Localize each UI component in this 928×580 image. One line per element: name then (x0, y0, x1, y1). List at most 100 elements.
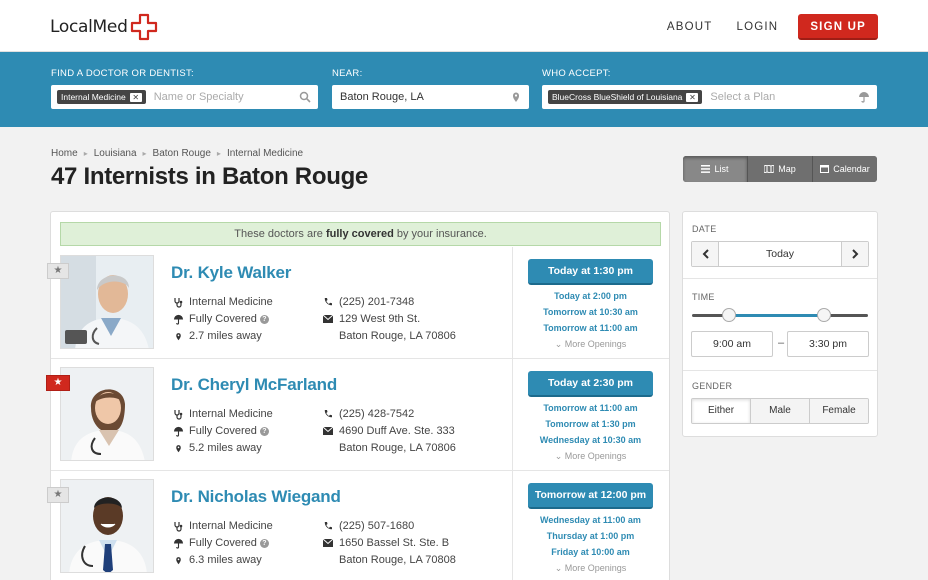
banner-prefix: These doctors are (234, 228, 326, 240)
first-slot-day: Today (547, 377, 579, 389)
appointment-slot-link[interactable]: Tomorrow at 10:30 am (528, 307, 653, 317)
selected-date[interactable]: Today (718, 242, 842, 266)
location-input[interactable]: Baton Rouge, LA (332, 85, 529, 109)
address-row-2: Baton Rouge, LA 70808 (339, 553, 456, 567)
remove-tag-icon[interactable]: ✕ (129, 92, 142, 102)
time-to-field[interactable]: 3:30 pm (787, 331, 869, 357)
stethoscope-icon (171, 520, 185, 532)
insurance-search-field[interactable]: BlueCross BlueShield of Louisiana ✕ Sele… (542, 85, 877, 109)
first-slot-time: at 1:30 pm (581, 265, 633, 277)
envelope-icon (321, 537, 335, 549)
date-picker: Today (691, 241, 869, 267)
first-slot-time: at 2:30 pm (581, 377, 633, 389)
calendar-view-button[interactable]: Calendar (813, 156, 877, 182)
map-view-label: Map (778, 164, 796, 174)
more-openings-link[interactable]: ⌄ More Openings (528, 451, 653, 462)
gender-female-button[interactable]: Female (810, 399, 868, 423)
chevron-left-icon (702, 249, 709, 259)
phone-text[interactable]: (225) 428-7542 (339, 408, 414, 420)
divider (683, 370, 877, 371)
envelope-icon (321, 313, 335, 325)
appointment-slot-link[interactable]: Friday at 10:00 am (528, 547, 653, 557)
appointment-slot-link[interactable]: Tomorrow at 11:00 am (528, 323, 653, 333)
appointment-slot-link[interactable]: Today at 2:00 pm (528, 291, 653, 301)
help-icon[interactable]: ? (259, 538, 269, 548)
location-pin-icon (510, 90, 522, 102)
distance-text: 6.3 miles away (189, 554, 262, 566)
doctor-card: ★ Dr. Kyle Walker Internal Medicine Full… (47, 247, 669, 359)
coverage-banner: These doctors are fully covered by your … (60, 222, 661, 246)
favorite-star-icon[interactable]: ★ (47, 263, 69, 279)
calendar-icon (820, 165, 830, 173)
more-openings-label: More Openings (564, 451, 627, 461)
previous-date-button[interactable] (692, 242, 718, 266)
appointment-slot-link[interactable]: Wednesday at 10:30 am (528, 435, 653, 445)
top-header: LocalMed ABOUT LOGIN SIGN UP (0, 0, 928, 52)
first-appointment-button[interactable]: Today at 2:30 pm (528, 371, 653, 397)
logo[interactable]: LocalMed (50, 12, 158, 42)
doctor-name-link[interactable]: Dr. Nicholas Wiegand (171, 487, 341, 507)
distance-text: 5.2 miles away (189, 442, 262, 454)
specialty-row: Internal Medicine (171, 519, 273, 533)
distance-row: 6.3 miles away (171, 553, 262, 567)
doctor-photo[interactable] (60, 255, 154, 349)
insurance-tag[interactable]: BlueCross BlueShield of Louisiana ✕ (548, 90, 703, 104)
time-from-field[interactable]: 9:00 am (691, 331, 773, 357)
address-line-1: 129 West 9th St. (339, 313, 421, 325)
breadcrumb-home[interactable]: Home (51, 148, 78, 159)
help-icon[interactable]: ? (259, 314, 269, 324)
results-list: These doctors are fully covered by your … (46, 211, 670, 580)
favorite-star-icon[interactable]: ★ (46, 375, 70, 391)
remove-tag-icon[interactable]: ✕ (686, 92, 699, 102)
doctor-card: ★ Dr. Cheryl McFarland Internal Medicine… (46, 359, 669, 471)
doctor-photo[interactable] (60, 367, 154, 461)
coverage-row: Fully Covered ? (171, 536, 269, 550)
search-icon[interactable] (299, 90, 311, 103)
distance-text: 2.7 miles away (189, 330, 262, 342)
list-view-button[interactable]: List (683, 156, 748, 182)
more-openings-link[interactable]: ⌄ More Openings (528, 339, 653, 350)
address-row: 129 West 9th St. (321, 312, 420, 326)
appointment-slot-link[interactable]: Thursday at 1:00 pm (528, 531, 653, 541)
doctor-name-link[interactable]: Dr. Cheryl McFarland (171, 375, 337, 395)
time-range-slider[interactable] (692, 308, 868, 322)
phone-text[interactable]: (225) 507-1680 (339, 520, 414, 532)
stethoscope-icon (171, 296, 185, 308)
more-openings-label: More Openings (564, 563, 627, 573)
login-link[interactable]: LOGIN (737, 21, 779, 33)
doctor-name-link[interactable]: Dr. Kyle Walker (171, 263, 291, 283)
appointment-slot-link[interactable]: Tomorrow at 11:00 am (528, 403, 653, 413)
phone-text[interactable]: (225) 201-7348 (339, 296, 414, 308)
specialty-row: Internal Medicine (171, 407, 273, 421)
favorite-star-icon[interactable]: ★ (47, 487, 69, 503)
more-openings-link[interactable]: ⌄ More Openings (528, 563, 653, 574)
list-view-label: List (714, 164, 729, 174)
time-start-handle[interactable] (721, 308, 736, 322)
phone-icon (321, 408, 335, 420)
doctor-card: ★ Dr. Nicholas Wiegand Internal Medicine… (47, 471, 669, 580)
doctor-photo[interactable] (60, 479, 154, 573)
breadcrumb-city[interactable]: Baton Rouge (153, 148, 211, 159)
specialty-tag-label: Internal Medicine (61, 92, 126, 102)
time-end-handle[interactable] (817, 308, 831, 322)
umbrella-icon (171, 537, 185, 549)
next-date-button[interactable] (842, 242, 868, 266)
sign-up-button[interactable]: SIGN UP (798, 14, 878, 40)
gender-either-button[interactable]: Either (692, 399, 751, 423)
help-icon[interactable]: ? (259, 426, 269, 436)
map-view-button[interactable]: Map (748, 156, 813, 182)
appointment-slot-link[interactable]: Tomorrow at 1:30 pm (528, 419, 653, 429)
about-link[interactable]: ABOUT (667, 21, 713, 33)
logo-text: LocalMed (50, 17, 128, 37)
specialty-tag[interactable]: Internal Medicine ✕ (57, 90, 146, 104)
first-appointment-button[interactable]: Today at 1:30 pm (528, 259, 653, 285)
specialty-search-field[interactable]: Internal Medicine ✕ Name or Specialty (51, 85, 318, 109)
specialty-row: Internal Medicine (171, 295, 273, 309)
coverage-row: Fully Covered ? (171, 424, 269, 438)
location-pin-icon (171, 330, 185, 342)
first-appointment-button[interactable]: Tomorrow at 12:00 pm (528, 483, 653, 509)
gender-male-button[interactable]: Male (751, 399, 810, 423)
appointment-slot-link[interactable]: Wednesday at 11:00 am (528, 515, 653, 525)
breadcrumb-state[interactable]: Louisiana (94, 148, 137, 159)
address-row: 1650 Bassel St. Ste. B (321, 536, 449, 550)
